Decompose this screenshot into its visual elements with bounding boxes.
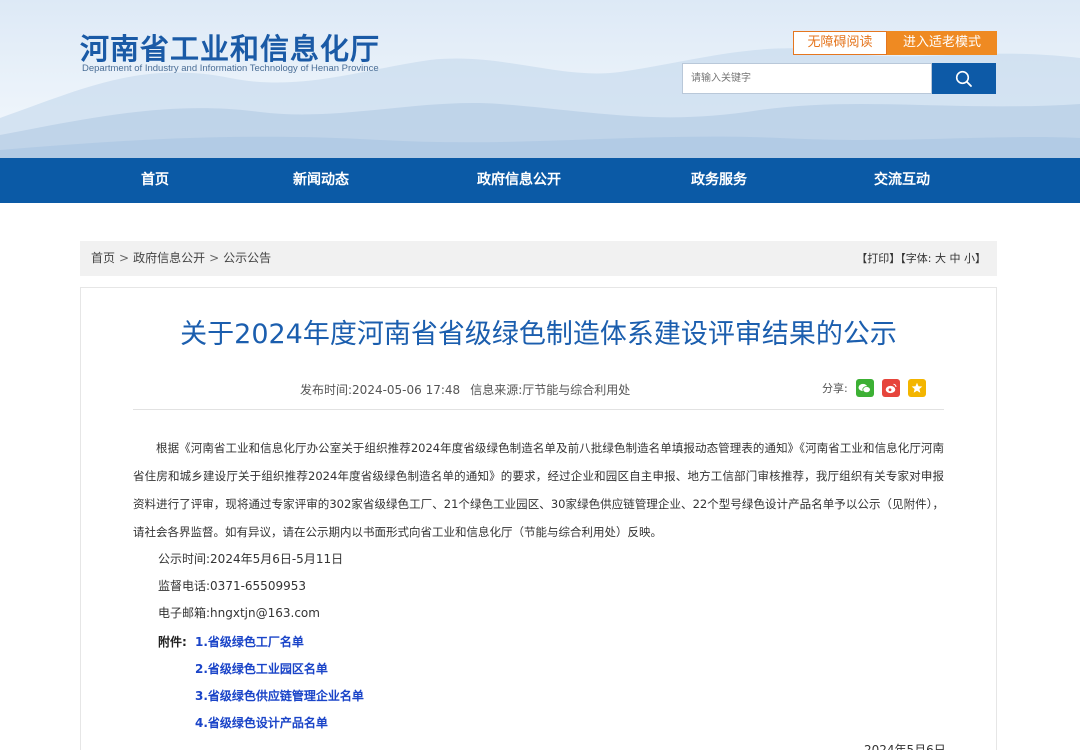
meta-divider bbox=[133, 409, 944, 410]
search-button[interactable] bbox=[932, 63, 996, 94]
publish-time: 发布时间:2024-05-06 17:48 bbox=[300, 383, 461, 397]
font-medium-button[interactable]: 中 bbox=[950, 252, 961, 265]
font-size-close: 】 bbox=[975, 252, 986, 265]
site-title: 河南省工业和信息化厅 bbox=[80, 32, 381, 66]
breadcrumb: 首页 > 政府信息公开 > 公示公告 bbox=[91, 241, 271, 276]
contact-email: 电子邮箱:hngxtjn@163.com bbox=[158, 606, 320, 620]
attachment-link-2[interactable]: 2.省级绿色工业园区名单 bbox=[195, 660, 328, 677]
breadcrumb-notices[interactable]: 公示公告 bbox=[223, 251, 271, 265]
supervision-phone: 监督电话:0371-65509953 bbox=[158, 579, 306, 593]
attachment-link-4[interactable]: 4.省级绿色设计产品名单 bbox=[195, 714, 328, 731]
attachment-link-1[interactable]: 1.省级绿色工厂名单 bbox=[195, 633, 304, 650]
attachment-link-3[interactable]: 3.省级绿色供应链管理企业名单 bbox=[195, 687, 364, 704]
article-meta: 发布时间:2024-05-06 17:48 信息来源:厅节能与综合利用处 bbox=[300, 381, 630, 398]
search-input[interactable] bbox=[682, 63, 932, 94]
nav-item-services[interactable]: 政务服务 bbox=[691, 158, 747, 203]
attachments-label: 附件: bbox=[158, 635, 187, 649]
font-large-button[interactable]: 大 bbox=[935, 252, 946, 265]
print-button[interactable]: 【打印】 bbox=[856, 252, 900, 265]
font-size-label: 【字体: bbox=[900, 252, 932, 265]
nav-item-news[interactable]: 新闻动态 bbox=[293, 158, 349, 203]
search-icon bbox=[955, 70, 972, 87]
breadcrumb-separator: > bbox=[119, 251, 130, 265]
share-label: 分享: bbox=[822, 382, 848, 395]
share-bar: 分享: bbox=[822, 379, 926, 397]
nav-item-gov-info[interactable]: 政府信息公开 bbox=[477, 158, 561, 203]
qzone-icon[interactable] bbox=[907, 379, 926, 397]
article-title: 关于2024年度河南省省级绿色制造体系建设评审结果的公示 bbox=[180, 319, 897, 350]
elder-mode-button[interactable]: 进入适老模式 bbox=[887, 31, 997, 55]
nav-item-interaction[interactable]: 交流互动 bbox=[874, 158, 930, 203]
nav-item-home[interactable]: 首页 bbox=[141, 158, 169, 203]
font-small-button[interactable]: 小 bbox=[964, 252, 975, 265]
article-body: 根据《河南省工业和信息化厅办公室关于组织推荐2024年度省级绿色制造名单及前八批… bbox=[133, 441, 944, 539]
weibo-icon[interactable] bbox=[881, 379, 900, 397]
breadcrumb-bar: 首页 > 政府信息公开 > 公示公告 【打印】【字体: 大 中 小】 bbox=[80, 241, 997, 276]
breadcrumb-home[interactable]: 首页 bbox=[91, 251, 115, 265]
page-tools: 【打印】【字体: 大 中 小】 bbox=[856, 241, 986, 276]
wechat-icon[interactable] bbox=[855, 379, 874, 397]
main-nav: 首页 新闻动态 政府信息公开 政务服务 交流互动 bbox=[0, 158, 1080, 203]
site-header: 河南省工业和信息化厅 Department of Industry and In… bbox=[0, 0, 1080, 158]
accessibility-button[interactable]: 无障碍阅读 bbox=[793, 31, 887, 55]
site-subtitle: Department of Industry and Information T… bbox=[82, 63, 379, 74]
notice-period: 公示时间:2024年5月6日-5月11日 bbox=[158, 552, 344, 566]
info-source: 信息来源:厅节能与综合利用处 bbox=[470, 383, 631, 397]
breadcrumb-separator: > bbox=[209, 251, 220, 265]
breadcrumb-gov-info[interactable]: 政府信息公开 bbox=[133, 251, 205, 265]
footer-date: 2024年5月6日 bbox=[864, 743, 946, 750]
